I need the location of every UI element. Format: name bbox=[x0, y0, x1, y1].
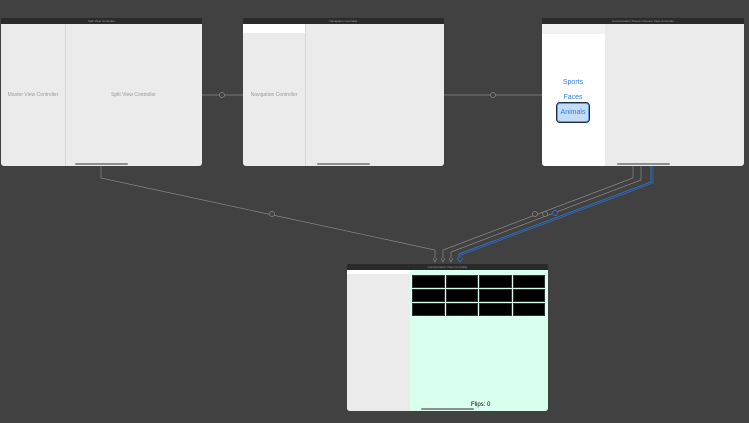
navigation-controller-label: Navigation Controller bbox=[250, 92, 298, 98]
detail-pane[interactable]: Split View Controller bbox=[65, 24, 202, 166]
sports-theme-button[interactable]: Sports bbox=[558, 79, 588, 86]
card-button[interactable] bbox=[479, 275, 512, 288]
card-button[interactable] bbox=[412, 289, 445, 302]
navigation-bar bbox=[243, 24, 305, 33]
navigation-bar bbox=[347, 270, 410, 274]
faces-theme-button[interactable]: Faces bbox=[558, 94, 588, 101]
card-button[interactable] bbox=[479, 303, 512, 316]
card-button[interactable] bbox=[479, 289, 512, 302]
card-button[interactable] bbox=[512, 275, 545, 288]
card-button[interactable] bbox=[512, 303, 545, 316]
scene-body: Navigation Controller bbox=[243, 24, 444, 166]
master-view-controller-label: Master View Controller bbox=[7, 92, 59, 98]
game-board[interactable]: Flips: 0 bbox=[410, 270, 548, 411]
home-indicator bbox=[617, 163, 670, 165]
card-button[interactable] bbox=[412, 303, 445, 316]
card-button[interactable] bbox=[445, 289, 478, 302]
theme-chooser-pane[interactable]: Sports Faces Animals bbox=[542, 24, 605, 166]
card-grid bbox=[412, 275, 545, 316]
master-pane[interactable] bbox=[347, 270, 410, 411]
segue-icon[interactable] bbox=[219, 92, 225, 98]
master-pane[interactable]: Master View Controller bbox=[1, 24, 66, 166]
navigation-controller-scene[interactable]: Navigation Controller Navigation Control… bbox=[243, 18, 444, 166]
segue-icon[interactable] bbox=[269, 211, 275, 217]
animals-theme-button[interactable]: Animals bbox=[556, 102, 590, 123]
detail-pane[interactable] bbox=[605, 24, 744, 166]
home-indicator bbox=[75, 163, 128, 165]
segue-icon[interactable] bbox=[542, 211, 548, 217]
home-indicator bbox=[421, 408, 474, 410]
card-button[interactable] bbox=[512, 289, 545, 302]
scene-body: Sports Faces Animals bbox=[542, 24, 744, 166]
split-view-controller-scene[interactable]: Split View Controller Master View Contro… bbox=[1, 18, 202, 166]
segue-icon[interactable] bbox=[532, 211, 538, 217]
card-button[interactable] bbox=[412, 275, 445, 288]
scene-body: Master View Controller Split View Contro… bbox=[1, 24, 202, 166]
concentration-game-scene[interactable]: Concentration View Controller Flips: 0 bbox=[347, 264, 548, 411]
navigation-bar bbox=[542, 24, 605, 34]
segue-icon[interactable] bbox=[490, 92, 496, 98]
scene-body: Flips: 0 bbox=[347, 270, 548, 411]
theme-chooser-scene[interactable]: Concentration Theme Chooser View Control… bbox=[542, 18, 744, 166]
navigation-pane[interactable]: Navigation Controller bbox=[243, 24, 306, 166]
card-button[interactable] bbox=[445, 303, 478, 316]
detail-pane[interactable] bbox=[305, 24, 444, 166]
card-button[interactable] bbox=[445, 275, 478, 288]
split-view-controller-label: Split View Controller bbox=[111, 92, 156, 98]
segue-icon-selected[interactable] bbox=[552, 210, 558, 216]
home-indicator bbox=[317, 163, 370, 165]
flips-count-label: Flips: 0 bbox=[471, 402, 491, 408]
segue-detail-to-game bbox=[100, 165, 436, 258]
